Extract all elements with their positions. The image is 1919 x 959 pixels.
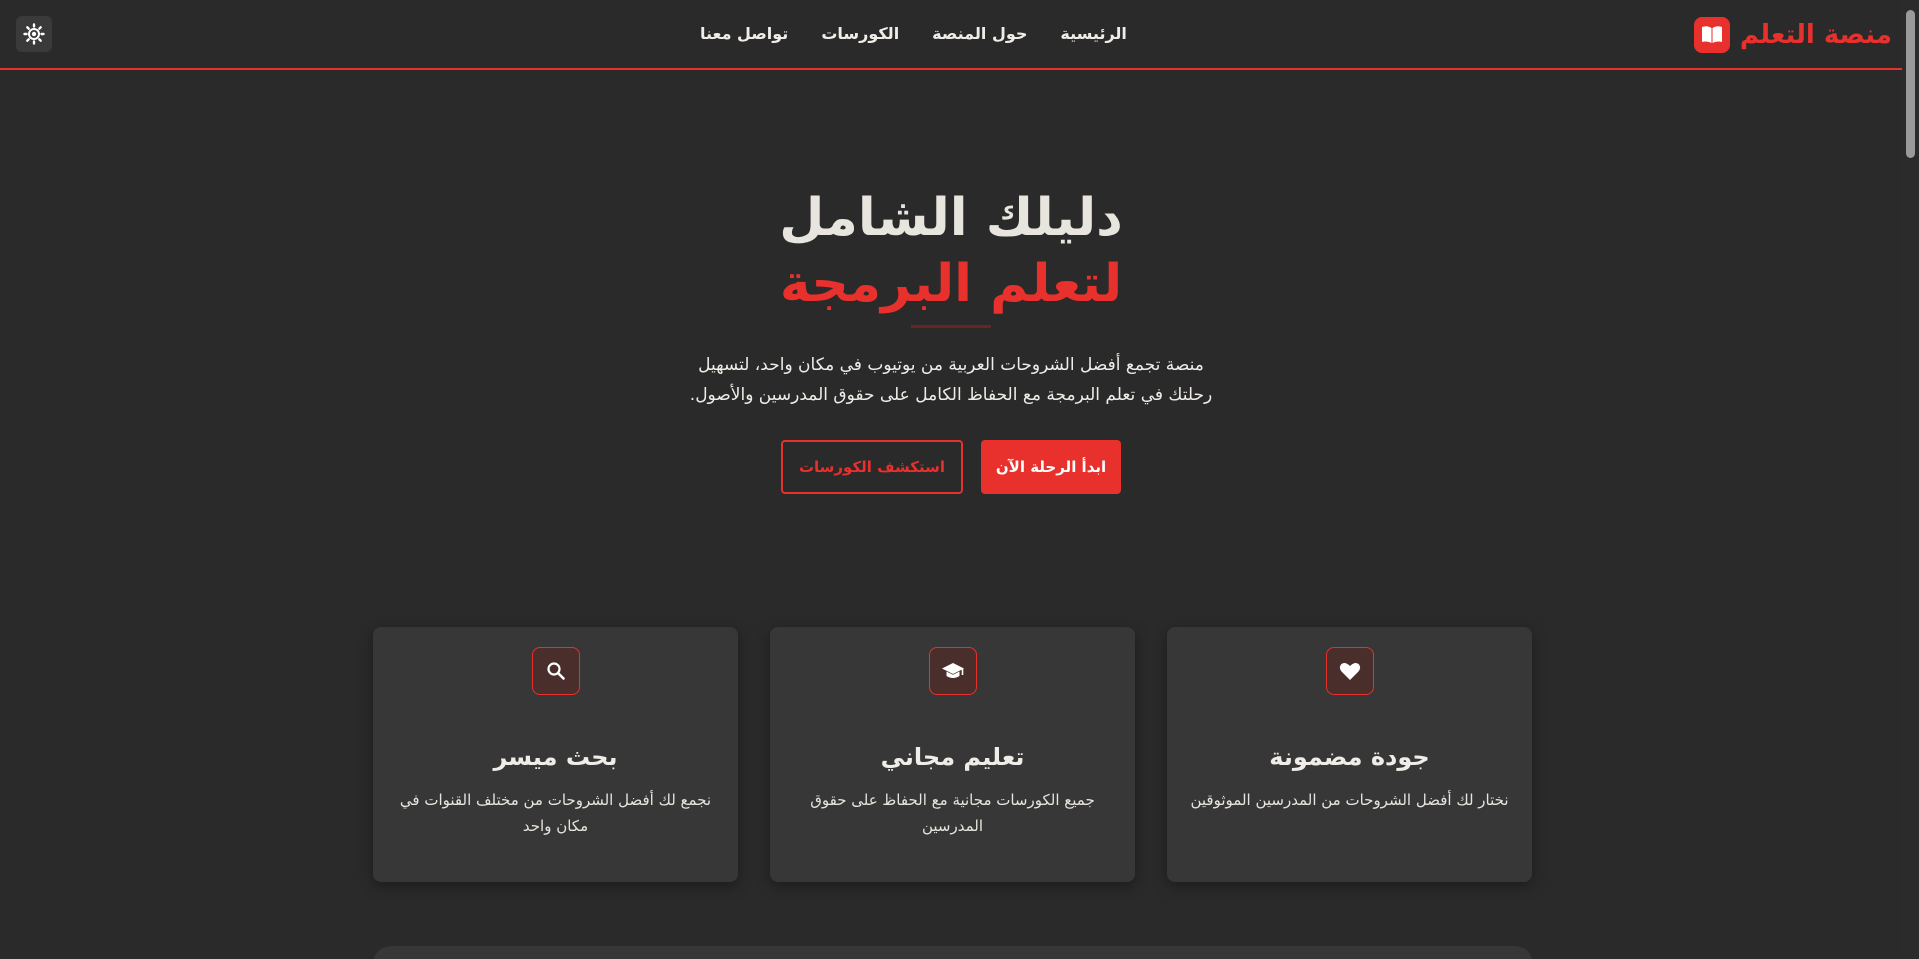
scrollbar[interactable] (1902, 0, 1919, 959)
start-journey-button[interactable]: ابدأ الرحلة الآن (981, 440, 1121, 494)
site-header: منصة التعلم تواصل معنا الكورسات حول المن… (0, 0, 1902, 70)
brand-name: منصة التعلم (1739, 20, 1892, 50)
explore-courses-button[interactable]: استكشف الكورسات (781, 440, 963, 494)
feature-card-search: بحث ميسر نجمع لك أفضل الشروحات من مختلف … (373, 627, 738, 882)
nav-link-contact[interactable]: تواصل معنا (700, 24, 788, 43)
scrollbar-thumb[interactable] (1906, 10, 1915, 158)
hero-description: منصة تجمع أفضل الشروحات العربية من يوتيو… (651, 350, 1251, 410)
feature-description: نختار لك أفضل الشروحات من المدرسين الموث… (1190, 791, 1509, 809)
search-icon (531, 647, 580, 695)
book-icon (1693, 17, 1730, 53)
brand[interactable]: منصة التعلم (1693, 17, 1892, 53)
hero-section: دليلك الشامل لتعلم البرمجة منصة تجمع أفض… (0, 185, 1902, 494)
next-section-card (373, 946, 1533, 959)
feature-description: نجمع لك أفضل الشروحات من مختلف القنوات ف… (399, 791, 712, 835)
sun-icon (23, 23, 45, 45)
hero-buttons: ابدأ الرحلة الآن استكشف الكورسات (0, 440, 1902, 494)
features-section: بحث ميسر نجمع لك أفضل الشروحات من مختلف … (373, 627, 1533, 882)
hero-title-highlight: لتعلم البرمجة (779, 254, 1123, 314)
feature-description: جميع الكورسات مجانية مع الحفاظ على حقوق … (810, 791, 1095, 835)
feature-card-free: تعليم مجاني جميع الكورسات مجانية مع الحف… (770, 627, 1135, 882)
theme-toggle-button[interactable] (16, 16, 52, 52)
graduation-cap-icon (928, 647, 977, 695)
heart-icon (1325, 647, 1374, 695)
hero-title: دليلك الشامل (779, 188, 1123, 248)
nav-link-about[interactable]: حول المنصة (932, 24, 1027, 43)
feature-title: جودة مضمونة (1269, 743, 1430, 771)
hero-description-line1: منصة تجمع أفضل الشروحات العربية من يوتيو… (698, 355, 1204, 375)
feature-title: تعليم مجاني (880, 743, 1025, 771)
hero-divider (911, 325, 991, 328)
nav-link-courses[interactable]: الكورسات (821, 24, 899, 43)
feature-title: بحث ميسر (493, 743, 618, 771)
hero-description-line2: رحلتك في تعلم البرمجة مع الحفاظ الكامل ع… (689, 385, 1213, 405)
nav-link-home[interactable]: الرئيسية (1060, 24, 1127, 43)
feature-card-quality: جودة مضمونة نختار لك أفضل الشروحات من ال… (1167, 627, 1532, 882)
main-nav: تواصل معنا الكورسات حول المنصة الرئيسية (700, 24, 1127, 43)
